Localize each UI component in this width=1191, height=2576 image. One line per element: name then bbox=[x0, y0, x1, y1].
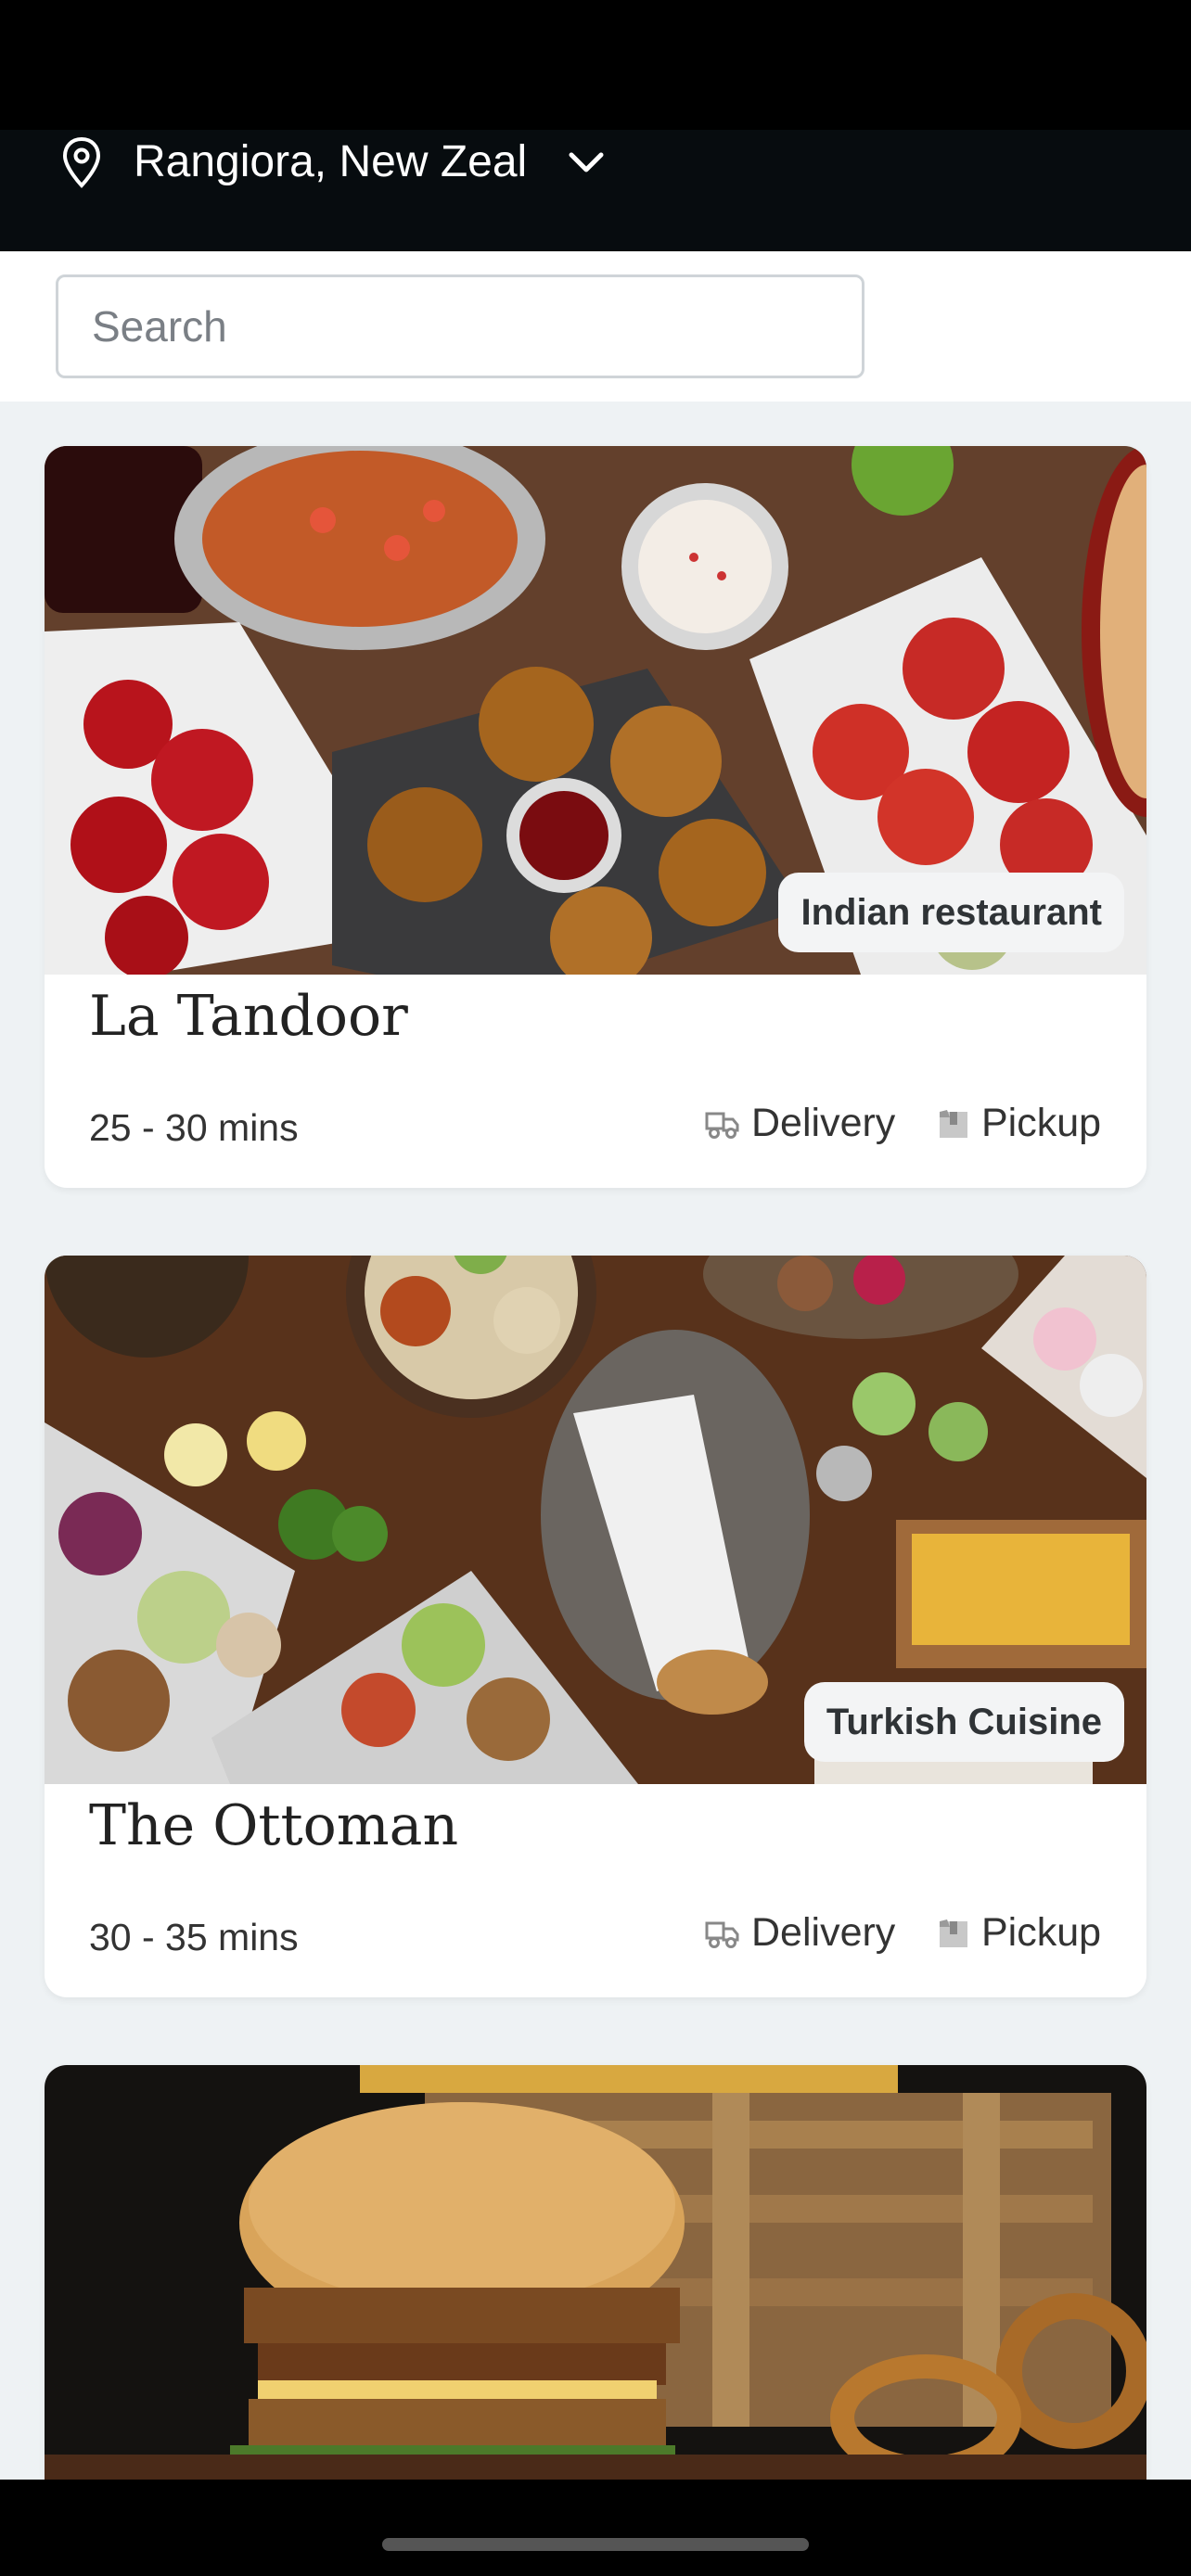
pickup-bag-icon bbox=[940, 1109, 967, 1138]
pickup-option: Pickup bbox=[937, 1101, 1101, 1146]
restaurant-name[interactable]: La Tandoor bbox=[89, 984, 408, 1049]
search-input[interactable] bbox=[56, 274, 864, 378]
delivery-option: Delivery bbox=[705, 1910, 895, 1956]
chevron-down-icon[interactable] bbox=[568, 149, 605, 175]
pickup-label: Pickup bbox=[981, 1910, 1102, 1955]
pickup-label: Pickup bbox=[981, 1101, 1102, 1145]
delivery-label: Delivery bbox=[751, 1101, 896, 1145]
search-bar bbox=[0, 251, 1191, 402]
delivery-label: Delivery bbox=[751, 1910, 896, 1955]
cuisine-badge: Indian restaurant bbox=[778, 873, 1124, 952]
map-pin-icon bbox=[62, 136, 101, 188]
pickup-bag-icon bbox=[940, 1919, 967, 1947]
location-selector[interactable]: Rangiora, New Zeal bbox=[0, 130, 1191, 251]
location-label[interactable]: Rangiora, New Zeal bbox=[134, 136, 527, 187]
restaurant-card[interactable] bbox=[45, 2065, 1146, 2480]
restaurant-card[interactable]: Turkish Cuisine The Ottoman 30 - 35 mins… bbox=[45, 1256, 1146, 1997]
home-indicator[interactable] bbox=[382, 2538, 809, 2551]
delivery-time: 25 - 30 mins bbox=[89, 1106, 299, 1149]
delivery-truck-icon bbox=[705, 1112, 739, 1139]
navigation-bar bbox=[0, 2480, 1191, 2576]
restaurant-name[interactable]: The Ottoman bbox=[89, 1793, 458, 1858]
delivery-time: 30 - 35 mins bbox=[89, 1916, 299, 1958]
delivery-option: Delivery bbox=[705, 1101, 895, 1146]
restaurant-photo bbox=[45, 2065, 1146, 2480]
cuisine-badge: Turkish Cuisine bbox=[803, 1682, 1124, 1762]
restaurant-card[interactable]: Indian restaurant La Tandoor 25 - 30 min… bbox=[45, 446, 1146, 1188]
pickup-option: Pickup bbox=[937, 1910, 1101, 1956]
status-bar bbox=[0, 0, 1191, 130]
delivery-truck-icon bbox=[705, 1921, 739, 1948]
